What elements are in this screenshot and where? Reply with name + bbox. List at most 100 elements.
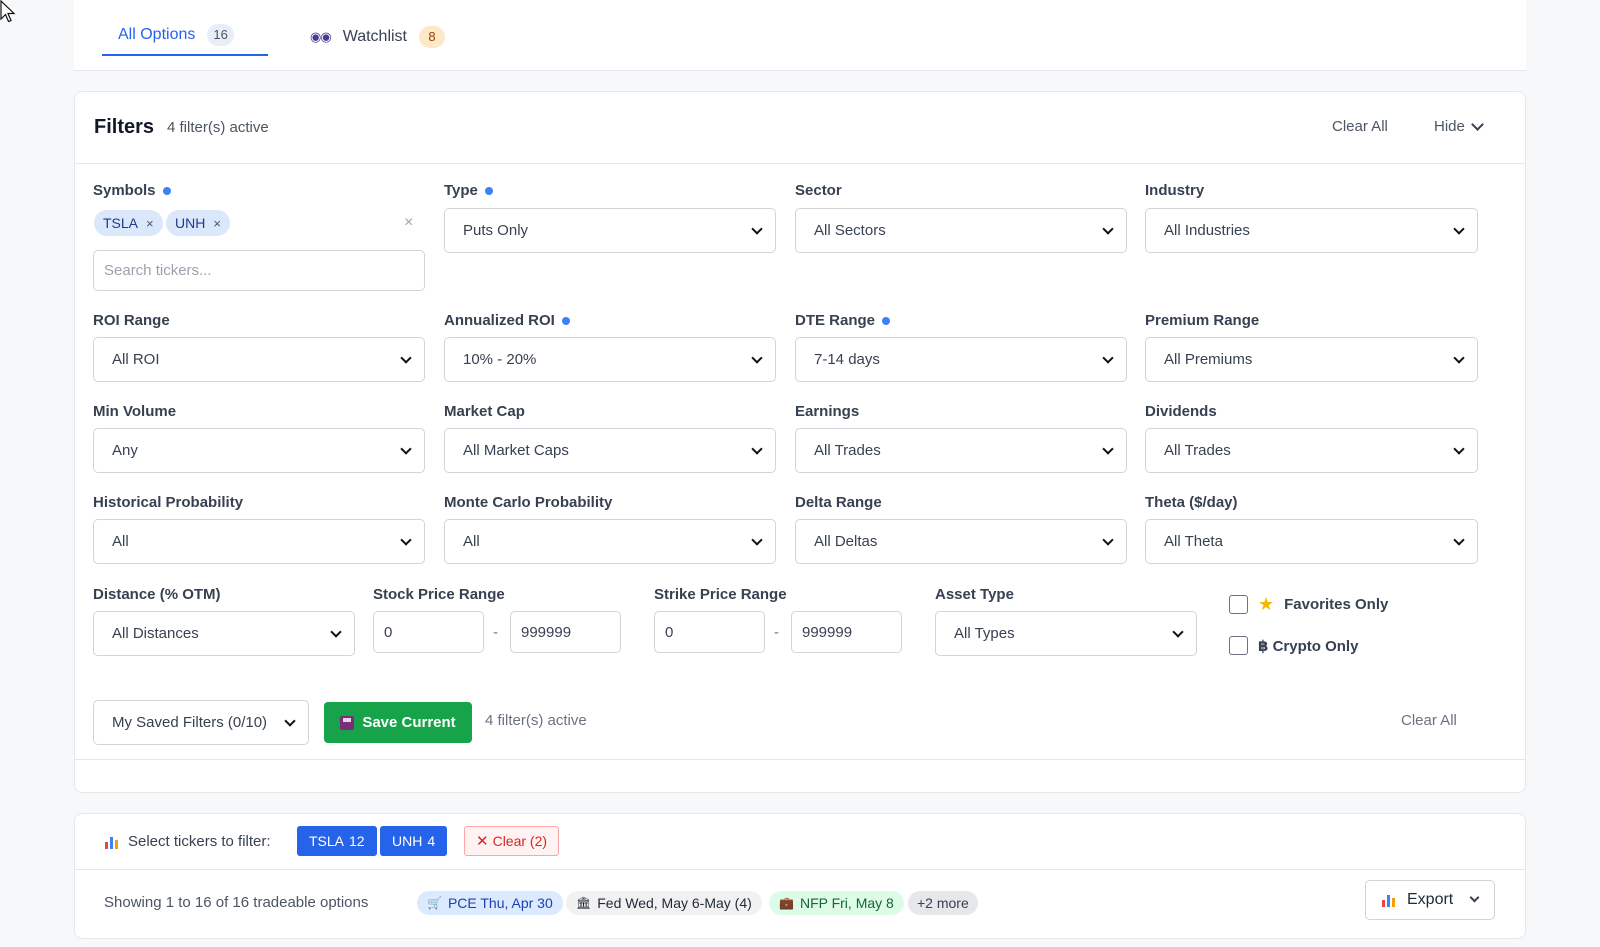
- event-badge-nfp: 💼 NFP Fri, May 8: [769, 891, 904, 915]
- results-panel: Select tickers to filter: TSLA 12 UNH 4 …: [74, 813, 1526, 939]
- divider: [75, 759, 1525, 760]
- premium-range-select[interactable]: All Premiums: [1145, 337, 1478, 382]
- ticker-count: 12: [349, 833, 365, 849]
- chevron-down-icon: [1453, 223, 1465, 235]
- close-icon: ✕: [476, 833, 489, 850]
- chevron-down-icon: [751, 223, 763, 235]
- dte-range-select[interactable]: 7-14 days: [795, 337, 1127, 382]
- strike-price-max-input[interactable]: 999999: [791, 611, 902, 653]
- symbol-chip-label: UNH: [175, 215, 206, 231]
- tab-bar: All Options 16 ◉◉ Watchlist 8: [74, 0, 1526, 71]
- strike-price-max-value: 999999: [802, 623, 853, 641]
- ticker-count: 4: [427, 833, 436, 849]
- saved-filters-select[interactable]: My Saved Filters (0/10): [93, 700, 309, 745]
- clear-all-button[interactable]: Clear All: [1332, 118, 1388, 135]
- save-current-button[interactable]: Save Current: [324, 702, 472, 743]
- active-dot-icon: [162, 186, 171, 195]
- roi-range-value: All ROI: [112, 351, 160, 368]
- annualized-roi-select[interactable]: 10% - 20%: [444, 337, 776, 382]
- tab-all-options[interactable]: All Options 16: [102, 18, 268, 56]
- bar-chart-icon: [105, 835, 120, 849]
- tab-all-options-count: 16: [207, 24, 234, 46]
- dte-range-label-text: DTE Range: [795, 312, 876, 329]
- bank-icon: 🏛: [576, 896, 592, 910]
- chevron-down-icon: [400, 534, 412, 546]
- remove-chip-icon[interactable]: ×: [213, 216, 221, 231]
- chevron-down-icon: [1470, 117, 1484, 131]
- filters-active-count: 4 filter(s) active: [167, 119, 269, 136]
- sector-select[interactable]: All Sectors: [795, 208, 1127, 253]
- industry-label: Industry: [1145, 182, 1205, 199]
- stock-price-min-value: 0: [384, 623, 393, 641]
- dividends-label: Dividends: [1145, 403, 1217, 420]
- chevron-down-icon: [1453, 352, 1465, 364]
- delta-range-label: Delta Range: [795, 494, 882, 511]
- hide-filters-button[interactable]: Hide: [1434, 117, 1484, 135]
- asset-type-label: Asset Type: [935, 586, 1014, 603]
- symbol-chip-tsla[interactable]: TSLA ×: [94, 210, 163, 236]
- chevron-down-icon: [1102, 443, 1114, 455]
- stock-price-min-input[interactable]: 0: [373, 611, 484, 653]
- theta-select[interactable]: All Theta: [1145, 519, 1478, 564]
- delta-range-select[interactable]: All Deltas: [795, 519, 1127, 564]
- roi-range-select[interactable]: All ROI: [93, 337, 425, 382]
- min-volume-select[interactable]: Any: [93, 428, 425, 473]
- checkbox-box[interactable]: [1229, 636, 1248, 655]
- historical-probability-select[interactable]: All: [93, 519, 425, 564]
- ticker-search-input[interactable]: Search tickers...: [93, 250, 425, 291]
- bottom-active-count: 4 filter(s) active: [485, 712, 587, 729]
- crypto-only-label: ฿ Crypto Only: [1258, 637, 1359, 655]
- dividends-select[interactable]: All Trades: [1145, 428, 1478, 473]
- historical-probability-label: Historical Probability: [93, 494, 244, 511]
- checkbox-box[interactable]: [1229, 595, 1248, 614]
- asset-type-select[interactable]: All Types: [935, 611, 1197, 656]
- distance-select[interactable]: All Distances: [93, 611, 355, 656]
- tab-watchlist-label: Watchlist: [342, 28, 407, 45]
- clear-tickers-label: Clear (2): [492, 833, 548, 849]
- symbol-chip-unh[interactable]: UNH ×: [166, 210, 230, 236]
- event-label: NFP Fri, May 8: [799, 895, 894, 911]
- strike-price-min-input[interactable]: 0: [654, 611, 765, 653]
- floppy-disk-icon: [340, 715, 355, 730]
- industry-select[interactable]: All Industries: [1145, 208, 1478, 253]
- ticker-filter-unh[interactable]: UNH 4: [380, 826, 448, 856]
- event-label: PCE Thu, Apr 30: [447, 895, 553, 911]
- asset-type-value: All Types: [954, 625, 1015, 642]
- min-volume-value: Any: [112, 442, 138, 459]
- monte-carlo-probability-select[interactable]: All: [444, 519, 776, 564]
- chevron-down-icon: [751, 352, 763, 364]
- earnings-label: Earnings: [795, 403, 860, 420]
- filters-title: Filters: [94, 116, 155, 138]
- sector-value: All Sectors: [814, 222, 886, 239]
- historical-probability-value: All: [112, 533, 129, 550]
- roi-range-label: ROI Range: [93, 312, 170, 329]
- bottom-clear-all-button[interactable]: Clear All: [1401, 712, 1457, 729]
- type-select[interactable]: Puts Only: [444, 208, 776, 253]
- chevron-down-icon: [400, 443, 412, 455]
- earnings-select[interactable]: All Trades: [795, 428, 1127, 473]
- chevron-down-icon: [1102, 352, 1114, 364]
- favorites-only-checkbox[interactable]: ★ Favorites Only: [1229, 594, 1388, 615]
- industry-value: All Industries: [1164, 222, 1250, 239]
- tab-watchlist[interactable]: ◉◉ Watchlist 8: [310, 18, 445, 56]
- mouse-cursor-icon: [0, 0, 16, 23]
- export-button[interactable]: Export: [1365, 880, 1495, 920]
- dte-range-label: DTE Range: [795, 312, 891, 329]
- range-separator: -: [493, 624, 498, 641]
- crypto-only-checkbox[interactable]: ฿ Crypto Only: [1229, 636, 1358, 655]
- clear-symbols-icon[interactable]: ×: [404, 214, 413, 232]
- clear-tickers-button[interactable]: ✕ Clear (2): [464, 826, 560, 856]
- ticker-filter-tsla[interactable]: TSLA 12: [297, 826, 377, 856]
- ticker-select-label: Select tickers to filter:: [105, 833, 271, 850]
- market-cap-value: All Market Caps: [463, 442, 569, 459]
- cart-icon: 🛒: [427, 896, 442, 910]
- active-dot-icon: [484, 186, 493, 195]
- remove-chip-icon[interactable]: ×: [146, 216, 154, 231]
- more-events-badge[interactable]: +2 more: [908, 891, 978, 915]
- stock-price-max-input[interactable]: 999999: [510, 611, 621, 653]
- symbols-label-text: Symbols: [93, 182, 156, 199]
- briefcase-icon: 💼: [779, 896, 794, 910]
- market-cap-select[interactable]: All Market Caps: [444, 428, 776, 473]
- chevron-down-icon: [1102, 534, 1114, 546]
- min-volume-label: Min Volume: [93, 403, 177, 420]
